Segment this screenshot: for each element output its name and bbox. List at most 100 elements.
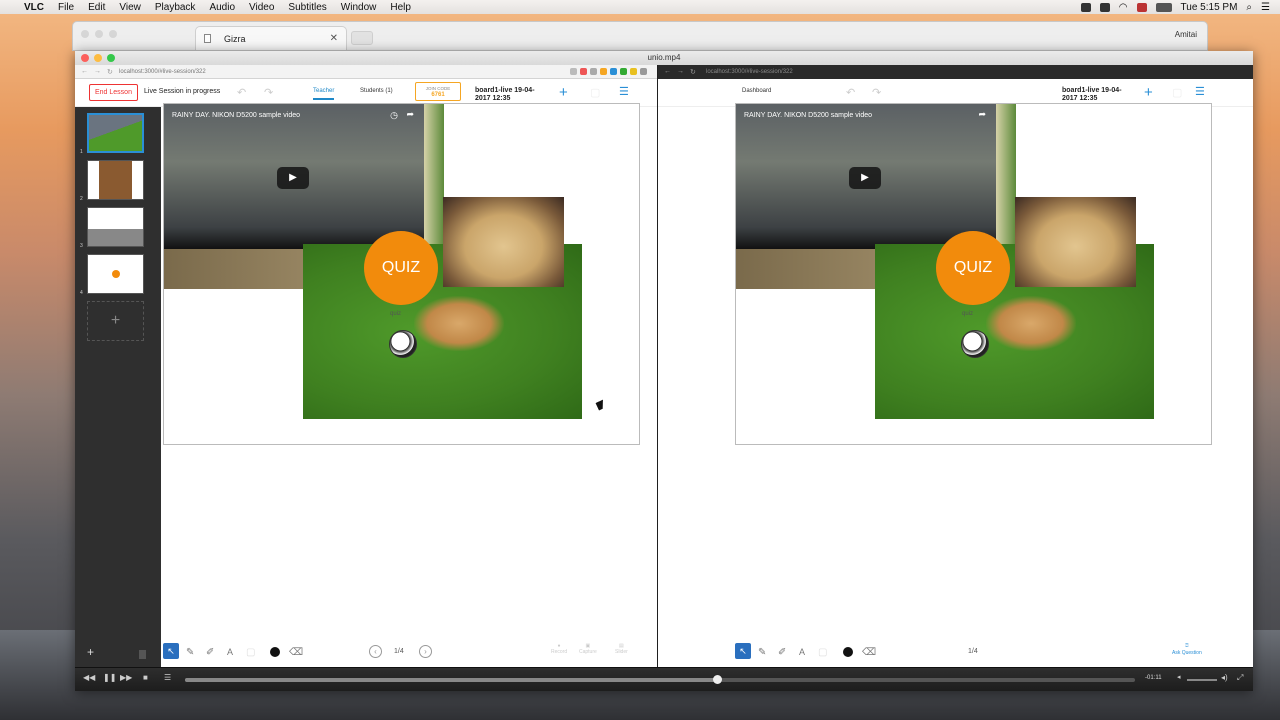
playlist-icon[interactable]: ☰ <box>164 673 171 682</box>
extension-icon[interactable] <box>620 68 627 75</box>
zoom-icon[interactable] <box>107 54 115 62</box>
menu-edit[interactable]: Edit <box>88 2 105 13</box>
menu-window[interactable]: Window <box>341 2 377 13</box>
extension-icon[interactable] <box>600 68 607 75</box>
zoom-icon[interactable] <box>109 30 117 38</box>
quiz-button[interactable]: QUIZ <box>364 231 438 305</box>
undo-icon[interactable]: ↶ <box>237 86 246 99</box>
highlighter-tool-icon[interactable]: ✐ <box>206 647 214 658</box>
color-picker-icon[interactable] <box>843 647 853 657</box>
eraser-icon[interactable]: ⌫ <box>289 647 303 658</box>
pen-tool-icon[interactable]: ✎ <box>186 647 194 658</box>
stop-icon[interactable]: ■ <box>143 673 148 682</box>
slide-thumbnail-1[interactable] <box>87 113 144 153</box>
hamburger-menu-icon[interactable]: ☰ <box>1195 85 1205 98</box>
notification-center-icon[interactable]: ☰ <box>1261 2 1270 13</box>
menu-video[interactable]: Video <box>249 2 274 13</box>
menu-file[interactable]: File <box>58 2 74 13</box>
teacher-url[interactable]: localhost:3000/#live-session/322 <box>119 69 206 75</box>
add-icon[interactable]: + <box>1144 84 1153 101</box>
play-icon[interactable]: ▶ <box>849 167 881 189</box>
dashboard-link[interactable]: Dashboard <box>742 88 771 94</box>
select-tool-icon[interactable]: ↖ <box>735 643 751 659</box>
fullscreen-icon[interactable]: ▢ <box>1172 86 1182 99</box>
image-fat-dog[interactable] <box>1015 197 1136 287</box>
hamburger-menu-icon[interactable]: ☰ <box>619 85 629 98</box>
notification-icon[interactable] <box>1080 2 1091 12</box>
menu-subtitles[interactable]: Subtitles <box>288 2 326 13</box>
share-icon[interactable]: ➦ <box>978 109 986 120</box>
student-url-bar[interactable]: ← → ↻ localhost:3000/#live-session/322 <box>658 65 1253 79</box>
play-icon[interactable]: ▶ <box>277 167 309 189</box>
battery-icon[interactable] <box>1155 2 1172 12</box>
next-page-icon[interactable]: › <box>419 645 432 658</box>
spotlight-search-icon[interactable]: ⌕ <box>1246 2 1252 13</box>
tab-teacher[interactable]: Teacher <box>313 88 335 100</box>
watch-later-icon[interactable]: ◷ <box>390 110 398 121</box>
flag-icon[interactable] <box>1136 2 1147 12</box>
minimize-icon[interactable] <box>95 30 103 38</box>
extension-icon[interactable] <box>640 68 647 75</box>
add-icon[interactable]: + <box>87 645 94 659</box>
new-tab-button[interactable] <box>351 31 373 45</box>
slide-thumbnail-2[interactable] <box>87 160 144 200</box>
forward-icon[interactable]: → <box>94 68 101 76</box>
video-embed[interactable]: RAINY DAY. NIKON D5200 sample video ➦ ▶ <box>736 104 996 249</box>
minimize-icon[interactable] <box>94 54 102 62</box>
close-icon[interactable] <box>81 54 89 62</box>
airplay-icon[interactable] <box>1099 2 1110 12</box>
shape-tool-icon[interactable]: ▢ <box>818 647 827 658</box>
extension-icon[interactable] <box>630 68 637 75</box>
reload-icon[interactable]: ↻ <box>690 68 696 76</box>
add-slide-button[interactable]: + <box>87 301 144 341</box>
slide-thumbnail-4[interactable] <box>87 254 144 294</box>
text-tool-icon[interactable]: A <box>227 647 233 657</box>
text-tool-icon[interactable]: A <box>799 647 805 657</box>
tab-students[interactable]: Students (1) <box>360 88 393 94</box>
pen-tool-icon[interactable]: ✎ <box>758 647 766 658</box>
tab-close-icon[interactable]: ✕ <box>330 33 338 44</box>
prev-page-icon[interactable]: ‹ <box>369 645 382 658</box>
highlighter-tool-icon[interactable]: ✐ <box>778 647 786 658</box>
shape-tool-icon[interactable]: ▢ <box>246 647 255 658</box>
browser-tab-gizra[interactable]: Gizra ✕ <box>195 26 347 50</box>
star-icon[interactable] <box>570 68 577 75</box>
back-icon[interactable]: ← <box>664 68 671 76</box>
quiz-button[interactable]: QUIZ <box>936 231 1010 305</box>
menu-playback[interactable]: Playback <box>155 2 196 13</box>
seek-bar[interactable] <box>185 675 1135 684</box>
trash-icon[interactable] <box>139 650 146 659</box>
teacher-board-canvas[interactable]: RAINY DAY. NIKON D5200 sample video ◷ ➦ … <box>163 103 640 445</box>
add-icon[interactable]: + <box>559 84 568 101</box>
end-lesson-button[interactable]: End Lesson <box>89 84 138 101</box>
teacher-url-bar[interactable]: ← → ↻ localhost:3000/#live-session/322 <box>75 65 657 79</box>
color-picker-icon[interactable] <box>270 647 280 657</box>
pause-icon[interactable]: ❚❚ <box>103 673 116 682</box>
extension-icon[interactable] <box>580 68 587 75</box>
fast-forward-icon[interactable]: ▶▶ <box>120 673 132 682</box>
fullscreen-icon[interactable]: ⤢ <box>1237 673 1243 683</box>
profile-name[interactable]: Amitai <box>1175 30 1197 39</box>
select-tool-icon[interactable]: ↖ <box>163 643 179 659</box>
volume-slider[interactable] <box>1187 679 1217 681</box>
clock-text[interactable]: Tue 5:15 PM <box>1181 2 1238 13</box>
volume-icon[interactable]: ◂ <box>1177 673 1181 681</box>
forward-icon[interactable]: → <box>677 68 684 76</box>
video-embed[interactable]: RAINY DAY. NIKON D5200 sample video ◷ ➦ … <box>164 104 424 249</box>
close-icon[interactable] <box>81 30 89 38</box>
record-button[interactable]: ● Record <box>551 643 567 655</box>
reload-icon[interactable]: ↻ <box>107 68 113 76</box>
ask-question-button[interactable]: ⍰ Ask Question <box>1172 643 1202 657</box>
menu-help[interactable]: Help <box>390 2 411 13</box>
extension-icon[interactable] <box>610 68 617 75</box>
seek-handle[interactable] <box>713 675 722 684</box>
volume-max-icon[interactable]: ◂) <box>1221 673 1228 682</box>
undo-icon[interactable]: ↶ <box>846 86 855 99</box>
slide-thumbnail-3[interactable] <box>87 207 144 247</box>
back-icon[interactable]: ← <box>81 68 88 76</box>
extension-icon[interactable] <box>590 68 597 75</box>
rewind-icon[interactable]: ◀◀ <box>83 673 95 682</box>
capture-button[interactable]: ▣ Capture <box>579 643 597 655</box>
redo-icon[interactable]: ↷ <box>264 86 273 99</box>
image-fat-dog[interactable] <box>443 197 564 287</box>
